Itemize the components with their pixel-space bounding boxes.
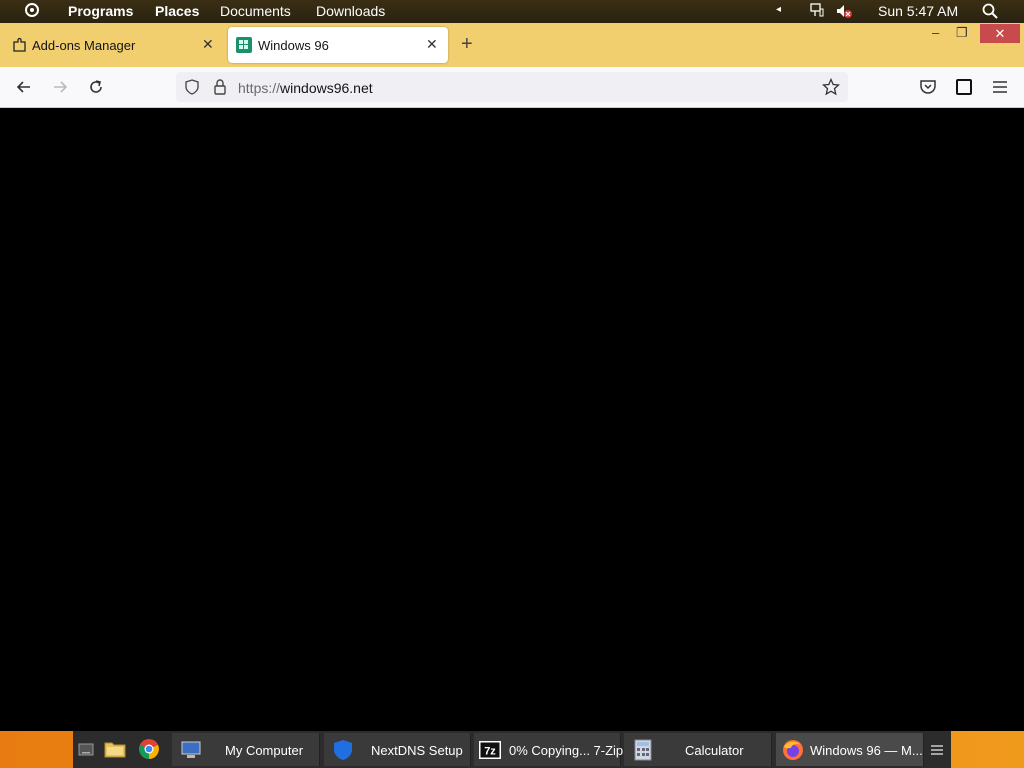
taskbar-item-my-computer[interactable]: My Computer bbox=[172, 733, 320, 766]
tab-windows-96[interactable]: Windows 96 ✕ bbox=[228, 27, 448, 63]
volume-muted-icon[interactable] bbox=[836, 3, 852, 19]
hamburger-menu-icon[interactable] bbox=[990, 77, 1010, 97]
back-icon[interactable] bbox=[14, 77, 34, 97]
taskbar-item-label: Windows 96 — M... bbox=[810, 743, 923, 758]
extensions-square-icon[interactable] bbox=[954, 77, 974, 97]
minimize-button[interactable]: – bbox=[932, 25, 939, 40]
menu-documents[interactable]: Documents bbox=[220, 3, 291, 19]
pocket-icon[interactable] bbox=[918, 77, 938, 97]
tab-close-button[interactable]: ✕ bbox=[426, 36, 438, 53]
menu-places[interactable]: Places bbox=[155, 3, 199, 19]
network-icon[interactable] bbox=[810, 3, 824, 17]
tab-close-button[interactable]: ✕ bbox=[202, 36, 214, 53]
taskbar-item-label: Calculator bbox=[685, 743, 744, 758]
search-icon[interactable] bbox=[982, 3, 998, 19]
taskbar-item-7zip[interactable]: 7z 0% Copying... 7-Zip bbox=[474, 733, 624, 766]
calculator-icon bbox=[634, 739, 652, 761]
7zip-icon: 7z bbox=[479, 741, 501, 759]
taskbar-item-calculator[interactable]: Calculator bbox=[624, 733, 772, 766]
taskbar-inner: My Computer NextDNS Setup 7z 0% Copying.… bbox=[73, 731, 951, 768]
url-text[interactable]: https://windows96.net bbox=[238, 80, 373, 96]
navigation-toolbar: https://windows96.net bbox=[0, 67, 1024, 108]
reload-icon[interactable] bbox=[86, 77, 106, 97]
page-content[interactable] bbox=[0, 108, 1024, 731]
taskbar: My Computer NextDNS Setup 7z 0% Copying.… bbox=[0, 731, 1024, 768]
window-close-button[interactable]: ✕ bbox=[980, 24, 1020, 43]
lock-icon[interactable] bbox=[212, 78, 228, 96]
taskbar-item-firefox[interactable]: Windows 96 — M... bbox=[776, 733, 924, 766]
menu-programs[interactable]: Programs bbox=[68, 3, 133, 19]
tab-strip: Add-ons Manager ✕ Windows 96 ✕ + – ❐ ✕ bbox=[0, 23, 1024, 67]
menu-downloads[interactable]: Downloads bbox=[316, 3, 385, 19]
taskbar-item-nextdns-setup[interactable]: NextDNS Setup bbox=[324, 733, 471, 766]
shield-icon bbox=[334, 740, 352, 760]
show-desktop-icon[interactable] bbox=[77, 741, 95, 759]
svg-text:7z: 7z bbox=[484, 746, 496, 758]
bookmark-star-icon[interactable] bbox=[822, 78, 840, 96]
tab-label: Add-ons Manager bbox=[32, 38, 136, 53]
windows96-icon bbox=[236, 37, 252, 53]
tray-expand-icon[interactable]: ◂ bbox=[776, 4, 781, 15]
taskbar-item-label: 0% Copying... 7-Zip bbox=[509, 743, 624, 758]
main-menu-icon[interactable] bbox=[25, 3, 39, 17]
computer-icon bbox=[181, 741, 201, 758]
tab-label: Windows 96 bbox=[258, 38, 329, 53]
tracking-shield-icon[interactable] bbox=[184, 79, 200, 95]
forward-icon[interactable] bbox=[50, 77, 70, 97]
url-bar[interactable]: https://windows96.net bbox=[176, 72, 848, 102]
taskbar-item-label: My Computer bbox=[225, 743, 304, 758]
taskbar-menu-icon[interactable] bbox=[929, 742, 945, 758]
new-tab-button[interactable]: + bbox=[461, 33, 473, 56]
file-manager-icon[interactable] bbox=[104, 738, 126, 760]
taskbar-item-label: NextDNS Setup bbox=[371, 743, 463, 758]
clock[interactable]: Sun 5:47 AM bbox=[878, 3, 958, 19]
puzzle-icon bbox=[13, 37, 26, 52]
chrome-icon[interactable] bbox=[138, 738, 160, 760]
tab-addons-manager[interactable]: Add-ons Manager ✕ bbox=[0, 27, 226, 63]
top-panel: Programs Places Documents Downloads ◂ Su… bbox=[0, 0, 1024, 23]
firefox-icon bbox=[783, 740, 803, 760]
restore-button[interactable]: ❐ bbox=[956, 25, 968, 41]
